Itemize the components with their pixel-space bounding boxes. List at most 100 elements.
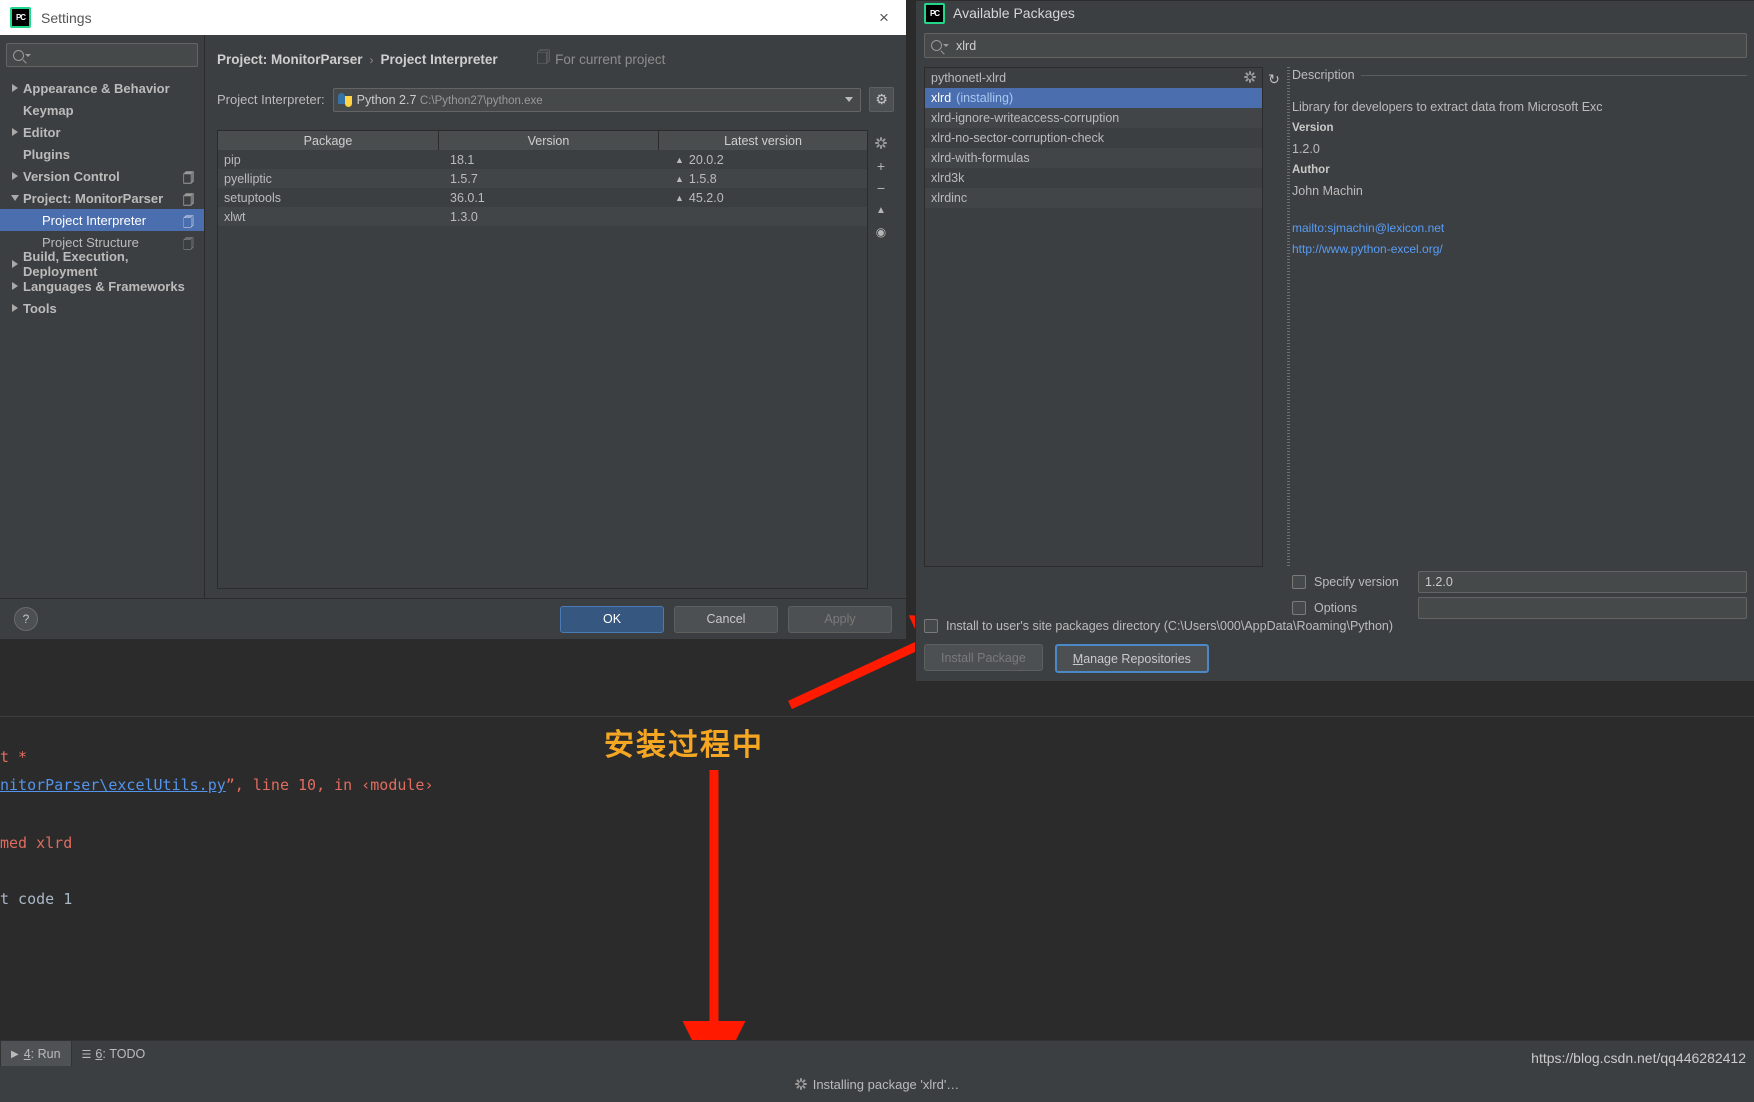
specify-version-row: Specify version 1.2.0: [1292, 569, 1747, 595]
sidebar-item-label: Project: MonitorParser: [23, 190, 164, 206]
play-icon: ▶: [11, 1048, 19, 1060]
settings-body: Appearance & Behavior Keymap Editor Plug…: [0, 35, 906, 598]
table-row[interactable]: pip 18.1 ▲ 20.0.2: [218, 150, 867, 169]
interpreter-name: Python 2.7: [356, 92, 417, 107]
sidebar-item-keymap[interactable]: Keymap: [0, 99, 204, 121]
list-item-selected[interactable]: xlrd (installing): [925, 88, 1262, 108]
sidebar-item-label: Keymap: [23, 102, 74, 118]
table-row[interactable]: setuptools 36.0.1 ▲ 45.2.0: [218, 188, 867, 207]
package-name: xlrd-with-formulas: [931, 151, 1030, 165]
available-packages-search-box[interactable]: [924, 33, 1747, 58]
pycharm-logo-icon: PC: [10, 7, 31, 28]
install-user-site-checkbox[interactable]: [924, 619, 938, 633]
for-current-project[interactable]: 🗍 For current project: [537, 48, 666, 71]
chevron-right-icon: [8, 128, 21, 136]
interpreter-label: Project Interpreter:: [217, 92, 325, 107]
specify-version-field[interactable]: 1.2.0: [1418, 571, 1747, 593]
description-homepage-link[interactable]: http://www.python-excel.org/: [1292, 239, 1747, 260]
close-icon[interactable]: ×: [874, 8, 894, 28]
list-item[interactable]: xlrdinc: [925, 188, 1262, 208]
manage-repositories-button[interactable]: Manage Repositories: [1054, 644, 1209, 673]
install-package-button[interactable]: Install Package: [924, 644, 1043, 671]
breadcrumb: Project: MonitorParser › Project Interpr…: [217, 35, 894, 71]
cell-package: xlwt: [224, 209, 246, 224]
interpreter-value: Python 2.7 C:\Python27\python.exe: [357, 93, 543, 107]
sidebar-item-editor[interactable]: Editor: [0, 121, 204, 143]
sidebar-item-label: Project Interpreter: [42, 212, 147, 228]
table-row[interactable]: xlwt 1.3.0: [218, 207, 867, 226]
breadcrumb-separator: ›: [369, 52, 374, 67]
console-line-2: nitorParser\excelUtils.py”, line 10, in …: [0, 776, 434, 794]
ok-button[interactable]: OK: [560, 605, 664, 633]
cell-package: pip: [224, 152, 241, 167]
list-icon: ☰: [81, 1048, 92, 1061]
description-panel: Description Library for developers to ex…: [1292, 67, 1747, 619]
console-line-4: t code 1: [0, 890, 73, 908]
package-state: (installing): [956, 91, 1014, 105]
install-user-site-row: Install to user's site packages director…: [924, 614, 1747, 638]
sidebar-item-tools[interactable]: Tools: [0, 297, 204, 319]
table-row[interactable]: pyelliptic 1.5.7 ▲ 1.5.8: [218, 169, 867, 188]
breadcrumb-project[interactable]: Project: MonitorParser: [217, 52, 363, 67]
apply-button[interactable]: Apply: [788, 605, 892, 633]
help-button[interactable]: ?: [14, 607, 38, 631]
list-item[interactable]: xlrd-with-formulas: [925, 148, 1262, 168]
sidebar-item-plugins[interactable]: Plugins: [0, 143, 204, 165]
upgrade-available-icon: ▲: [675, 154, 684, 165]
cell-latest-value: 1.5.8: [688, 171, 717, 186]
settings-search-input[interactable]: [35, 47, 191, 63]
show-early-releases-button[interactable]: ◉: [870, 222, 892, 242]
watermark-text: https://blog.csdn.net/qq446282412: [1531, 1050, 1746, 1066]
list-item[interactable]: xlrd3k: [925, 168, 1262, 188]
refresh-icon[interactable]: ↻: [1268, 71, 1280, 88]
available-packages-dialog: PC Available Packages pythonetl-xlrd xlr…: [915, 0, 1754, 682]
available-packages-title-bar: PC Available Packages: [916, 1, 1754, 25]
sidebar-item-label: Tools: [23, 300, 57, 316]
column-header-version[interactable]: Version: [439, 131, 659, 150]
cell-latest-value: 20.0.2: [688, 152, 724, 167]
package-name: xlrd: [931, 91, 952, 105]
breadcrumb-page: Project Interpreter: [380, 52, 498, 67]
sidebar-item-appearance-behavior[interactable]: Appearance & Behavior: [0, 77, 204, 99]
settings-content: Project: MonitorParser › Project Interpr…: [205, 35, 906, 598]
sidebar-item-project-monitorparser[interactable]: Project: MonitorParser 🗍: [0, 187, 204, 209]
cancel-button[interactable]: Cancel: [674, 605, 778, 633]
loading-spinner-icon: [794, 1078, 807, 1090]
for-current-project-label: For current project: [555, 52, 666, 67]
interpreter-settings-gear-button[interactable]: ⚙: [869, 87, 894, 112]
sidebar-item-version-control[interactable]: Version Control 🗍: [0, 165, 204, 187]
sidebar-item-languages-frameworks[interactable]: Languages & Frameworks: [0, 275, 204, 297]
settings-search-wrap: [0, 35, 204, 71]
search-icon: [13, 49, 24, 61]
column-header-package[interactable]: Package: [218, 131, 439, 150]
settings-window-title: Settings: [41, 9, 92, 26]
package-list[interactable]: pythonetl-xlrd xlrd (installing) xlrd-ign…: [924, 67, 1263, 567]
package-name: xlrd-no-sector-corruption-check: [931, 131, 1104, 145]
description-header: Description: [1292, 67, 1747, 83]
list-item[interactable]: xlrd-no-sector-corruption-check: [925, 128, 1262, 148]
manage-repositories-mnemonic: M: [1072, 651, 1084, 666]
todo-text: TODO: [109, 1047, 146, 1061]
console-file-link[interactable]: nitorParser\excelUtils.py: [0, 776, 226, 794]
description-version-value: 1.2.0: [1292, 142, 1320, 156]
description-mailto-link[interactable]: mailto:sjmachin@lexicon.net: [1292, 218, 1747, 239]
sidebar-item-project-interpreter[interactable]: Project Interpreter 🗍: [0, 209, 204, 231]
tool-window-run[interactable]: ▶ 4: Run: [1, 1041, 71, 1067]
available-packages-body: pythonetl-xlrd xlrd (installing) xlrd-ign…: [916, 25, 1754, 619]
interpreter-combobox[interactable]: Python 2.7 C:\Python27\python.exe: [332, 87, 861, 112]
remove-package-button[interactable]: −: [870, 178, 892, 198]
upgrade-package-button[interactable]: ▲: [870, 200, 892, 220]
tool-window-bar: ▶ 4: Run ☰ 6: TODO: [0, 1040, 1754, 1067]
add-package-button[interactable]: +: [870, 156, 892, 176]
available-packages-search-input[interactable]: [954, 37, 1740, 54]
specify-version-checkbox[interactable]: [1292, 575, 1306, 589]
settings-footer-buttons: OK Cancel Apply: [560, 605, 892, 633]
list-item[interactable]: xlrd-ignore-writeaccess-corruption: [925, 108, 1262, 128]
tool-window-todo[interactable]: ☰ 6: TODO: [72, 1041, 156, 1067]
settings-search-box[interactable]: [6, 43, 198, 67]
column-header-latest-version[interactable]: Latest version: [659, 131, 867, 150]
panel-splitter[interactable]: [1285, 67, 1292, 567]
options-checkbox[interactable]: [1292, 601, 1306, 615]
sidebar-item-build-execution-deployment[interactable]: Build, Execution, Deployment: [0, 249, 204, 279]
list-item[interactable]: pythonetl-xlrd: [925, 68, 1262, 88]
